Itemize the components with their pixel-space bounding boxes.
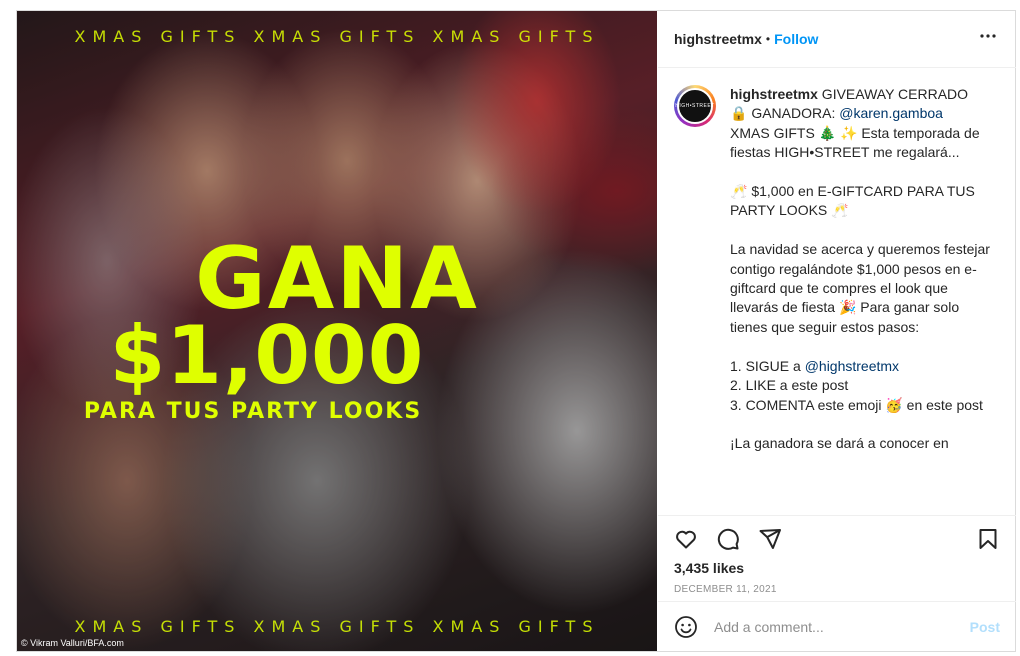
- smiley-icon[interactable]: [674, 615, 698, 639]
- xmas-gifts-band-bottom: XMAS GIFTS XMAS GIFTS XMAS GIFTS: [74, 617, 600, 636]
- xmas-gifts-band-top: XMAS GIFTS XMAS GIFTS XMAS GIFTS: [74, 27, 600, 46]
- send-icon[interactable]: [758, 527, 782, 551]
- post-comment-button[interactable]: Post: [970, 619, 1000, 635]
- avatar-logo-text: HIGH•STREET: [675, 103, 715, 109]
- post-date[interactable]: DECEMBER 11, 2021: [674, 584, 1000, 595]
- like-count[interactable]: 3,435 likes: [674, 560, 1000, 576]
- caption-text: highstreetmx GIVEAWAY CERRADO 🔒 GANADORA…: [730, 85, 1000, 515]
- caption-username[interactable]: highstreetmx: [730, 86, 818, 102]
- headline-amount: $1,000: [109, 309, 425, 402]
- mention-winner-link[interactable]: @karen.gamboa: [839, 105, 943, 121]
- caption-line-announce: ¡La ganadora se dará a conocer en: [730, 435, 949, 452]
- avatar-image: HIGH•STREET: [675, 88, 715, 124]
- comment-bar: Post: [658, 601, 1016, 651]
- follow-button[interactable]: Follow: [774, 31, 818, 47]
- caption-step-1: 1. SIGUE a: [730, 357, 805, 374]
- caption-line-giftcard: 🥂 $1,000 en E-GIFTCARD PARA TUS PARTY LO…: [730, 183, 979, 219]
- more-horizontal-icon[interactable]: [976, 24, 1000, 54]
- header-username[interactable]: highstreetmx: [674, 31, 762, 47]
- post-caption: HIGH•STREET highstreetmx GIVEAWAY CERRAD…: [658, 69, 1016, 515]
- caption-step-3: 3. COMENTA este emoji 🥳 en este post: [730, 396, 983, 413]
- photo-credit: © Vikram Valluri/BFA.com: [21, 638, 124, 648]
- comment-icon[interactable]: [716, 527, 740, 551]
- headline-subline: PARA TUS PARTY LOOKS: [83, 399, 423, 424]
- post-sidebar: highstreetmx • Follow HIGH•STREET highst…: [658, 11, 1016, 651]
- action-icons: [674, 516, 1000, 556]
- caption-line-xmas: XMAS GIFTS 🎄 ✨ Esta temporada de fiestas…: [730, 124, 984, 161]
- mention-brand-link[interactable]: @highstreetmx: [805, 358, 899, 374]
- bookmark-icon[interactable]: [976, 527, 1000, 551]
- avatar[interactable]: HIGH•STREET: [674, 85, 716, 127]
- post-actions: 3,435 likes DECEMBER 11, 2021: [658, 515, 1016, 595]
- caption-step-2: 2. LIKE a este post: [730, 377, 849, 394]
- header-separator: •: [765, 32, 771, 46]
- post-header: highstreetmx • Follow: [658, 11, 1016, 68]
- caption-line-giveaway: GIVEAWAY CERRADO: [817, 86, 969, 102]
- instagram-post: XMAS GIFTS XMAS GIFTS XMAS GIFTS GANA $1…: [16, 10, 1016, 652]
- post-image[interactable]: XMAS GIFTS XMAS GIFTS XMAS GIFTS GANA $1…: [17, 11, 657, 651]
- comment-input[interactable]: [714, 618, 970, 635]
- caption-line-description: La navidad se acerca y queremos festejar…: [730, 241, 994, 335]
- heart-icon[interactable]: [674, 527, 698, 551]
- caption-line-winner: 🔒 GANADORA:: [730, 105, 840, 122]
